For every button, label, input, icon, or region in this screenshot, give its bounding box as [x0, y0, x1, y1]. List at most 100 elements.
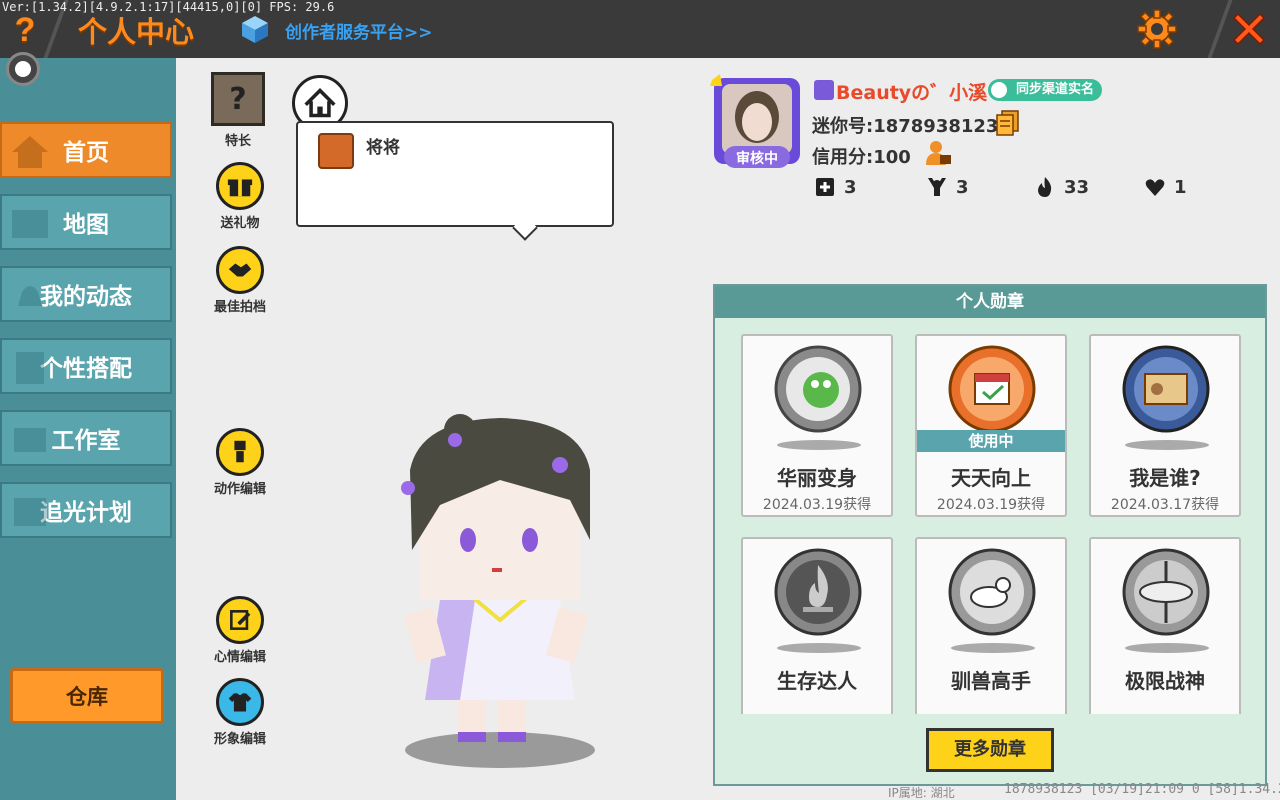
username: Beautyの゛小溪 — [836, 82, 988, 104]
stat-plus: 3 — [814, 176, 857, 198]
medal-date: 2024.03.19获得 — [936, 497, 1046, 513]
medal-shadow — [1125, 643, 1209, 653]
medal-shadow — [777, 440, 861, 450]
mood-edit-label: 心情编辑 — [213, 650, 266, 665]
id-card-medal-icon — [1122, 345, 1210, 433]
image-edit-label: 形象编辑 — [213, 732, 266, 747]
medal-shadow — [777, 643, 861, 653]
stat-plus-value: 3 — [844, 176, 857, 198]
house-icon — [12, 136, 48, 168]
player-character[interactable] — [380, 410, 620, 770]
character-icon — [16, 352, 44, 384]
sidebar-item-label: 我的动态 — [40, 284, 132, 310]
beast-tamer-medal-icon — [948, 548, 1036, 636]
action-edit-button[interactable]: 动作编辑 — [205, 428, 275, 497]
best-partner-label: 最佳拍档 — [213, 300, 266, 315]
plus-box-icon — [816, 178, 834, 196]
send-gift-label: 送礼物 — [220, 216, 260, 231]
bell-icon — [18, 286, 42, 306]
more-medals-button[interactable]: 更多勋章 — [926, 728, 1054, 772]
stat-fire-value: 33 — [1064, 176, 1090, 198]
page-title: 个人中心 — [78, 15, 195, 49]
sidebar-item-outfit[interactable]: 个性搭配 — [0, 338, 172, 394]
transform-medal-icon — [774, 345, 862, 433]
calendar-medal-icon — [948, 345, 1036, 433]
in-use-badge: 使用中 — [917, 430, 1065, 452]
ip-location: IP属地: 湖北 — [888, 786, 955, 800]
creator-platform-link[interactable]: 创作者服务平台>> — [285, 18, 433, 43]
fire-icon — [1038, 177, 1052, 197]
sidebar-item-chase-light[interactable]: 追光计划 — [0, 482, 172, 538]
stat-likes: 1 — [1144, 176, 1187, 198]
medal-name: 生存达人 — [777, 669, 857, 693]
campfire-medal-icon — [774, 548, 862, 636]
light-icon — [14, 498, 46, 526]
best-partner-button[interactable]: 最佳拍档 — [205, 246, 275, 315]
vip-icon — [814, 80, 834, 100]
sidebar-item-activity[interactable]: 我的动态 — [0, 266, 172, 322]
medal-panel: 个人勋章 华丽变身 2024.03.19获得 使用中 天天向上 2024.03.… — [713, 284, 1267, 786]
specialty-label: 特长 — [224, 134, 251, 149]
bubble-text: 将将 — [366, 138, 400, 158]
stat-fire: 33 — [1034, 176, 1089, 198]
review-status-badge: 审核中 — [736, 151, 778, 167]
medal-grid: 华丽变身 2024.03.19获得 使用中 天天向上 2024.03.19获得 … — [741, 334, 1241, 714]
shirt-icon — [216, 678, 264, 726]
gear-icon[interactable] — [1136, 8, 1178, 50]
medal-card[interactable]: 华丽变身 2024.03.19获得 — [741, 334, 893, 517]
medal-card[interactable]: 使用中 天天向上 2024.03.19获得 — [915, 334, 1067, 517]
figure-icon — [216, 428, 264, 476]
medal-name: 我是谁? — [1129, 466, 1201, 490]
menu-toggle[interactable] — [6, 52, 40, 86]
mini-id: 迷你号:1878938123 — [812, 116, 999, 137]
pencil-icon — [216, 596, 264, 644]
medal-date: 2024.03.19获得 — [762, 497, 872, 513]
medal-name: 天天向上 — [951, 466, 1031, 490]
studio-icon — [14, 428, 46, 452]
stat-likes-value: 1 — [1174, 176, 1187, 198]
hearts-icon — [1145, 179, 1165, 196]
help-button[interactable]: ? — [8, 10, 42, 50]
medal-name: 华丽变身 — [777, 466, 857, 490]
sidebar-item-label: 工作室 — [51, 428, 121, 454]
sidebar-item-home[interactable]: 首页 — [0, 122, 172, 178]
copy-icon[interactable] — [996, 110, 1020, 136]
map-icon — [12, 210, 48, 238]
gift-icon — [216, 162, 264, 210]
medal-shadow — [951, 643, 1035, 653]
boss-medal-icon — [1122, 548, 1210, 636]
mood-edit-button[interactable]: 心情编辑 — [205, 596, 275, 665]
warehouse-button[interactable]: 仓库 — [10, 668, 164, 724]
medal-card[interactable]: 生存达人 — [741, 537, 893, 714]
action-edit-label: 动作编辑 — [213, 482, 266, 497]
sidebar-item-label: 地图 — [63, 212, 109, 238]
medal-card[interactable]: 极限战神 — [1089, 537, 1241, 714]
medal-card[interactable]: 驯兽高手 — [915, 537, 1067, 714]
speech-bubble: 将将 — [296, 121, 614, 227]
specialty-button[interactable]: ? 特长 — [203, 72, 273, 149]
image-edit-button[interactable]: 形象编辑 — [205, 678, 275, 747]
medal-card[interactable]: 我是谁? 2024.03.17获得 — [1089, 334, 1241, 517]
person-card-icon[interactable] — [924, 139, 952, 167]
sidebar-item-label: 追光计划 — [40, 500, 132, 526]
cheer-icon — [928, 178, 946, 196]
realname-badge[interactable]: 同步渠道实名 — [988, 79, 1103, 101]
medal-shadow — [1125, 440, 1209, 450]
stat-fans: 3 — [926, 176, 969, 198]
sidebar-item-studio[interactable]: 工作室 — [0, 410, 172, 466]
medal-date: 2024.03.17获得 — [1110, 497, 1220, 513]
medal-name: 驯兽高手 — [951, 669, 1031, 693]
sidebar-item-map[interactable]: 地图 — [0, 194, 172, 250]
medal-panel-title: 个人勋章 — [715, 286, 1265, 318]
handshake-icon — [216, 246, 264, 294]
sidebar-item-label: 首页 — [63, 140, 109, 166]
question-block-icon: ? — [211, 72, 265, 126]
send-gift-button[interactable]: 送礼物 — [205, 162, 275, 231]
credit-score: 信用分:100 — [812, 147, 911, 168]
close-icon[interactable] — [1228, 8, 1270, 50]
top-bar: Ver:[1.34.2][4.9.2.1:17][44415,0][0] FPS… — [0, 0, 1280, 58]
stat-fans-value: 3 — [956, 176, 969, 198]
medal-name: 极限战神 — [1125, 669, 1205, 693]
cube-icon — [242, 16, 268, 43]
sidebar-item-label: 个性搭配 — [40, 356, 132, 382]
